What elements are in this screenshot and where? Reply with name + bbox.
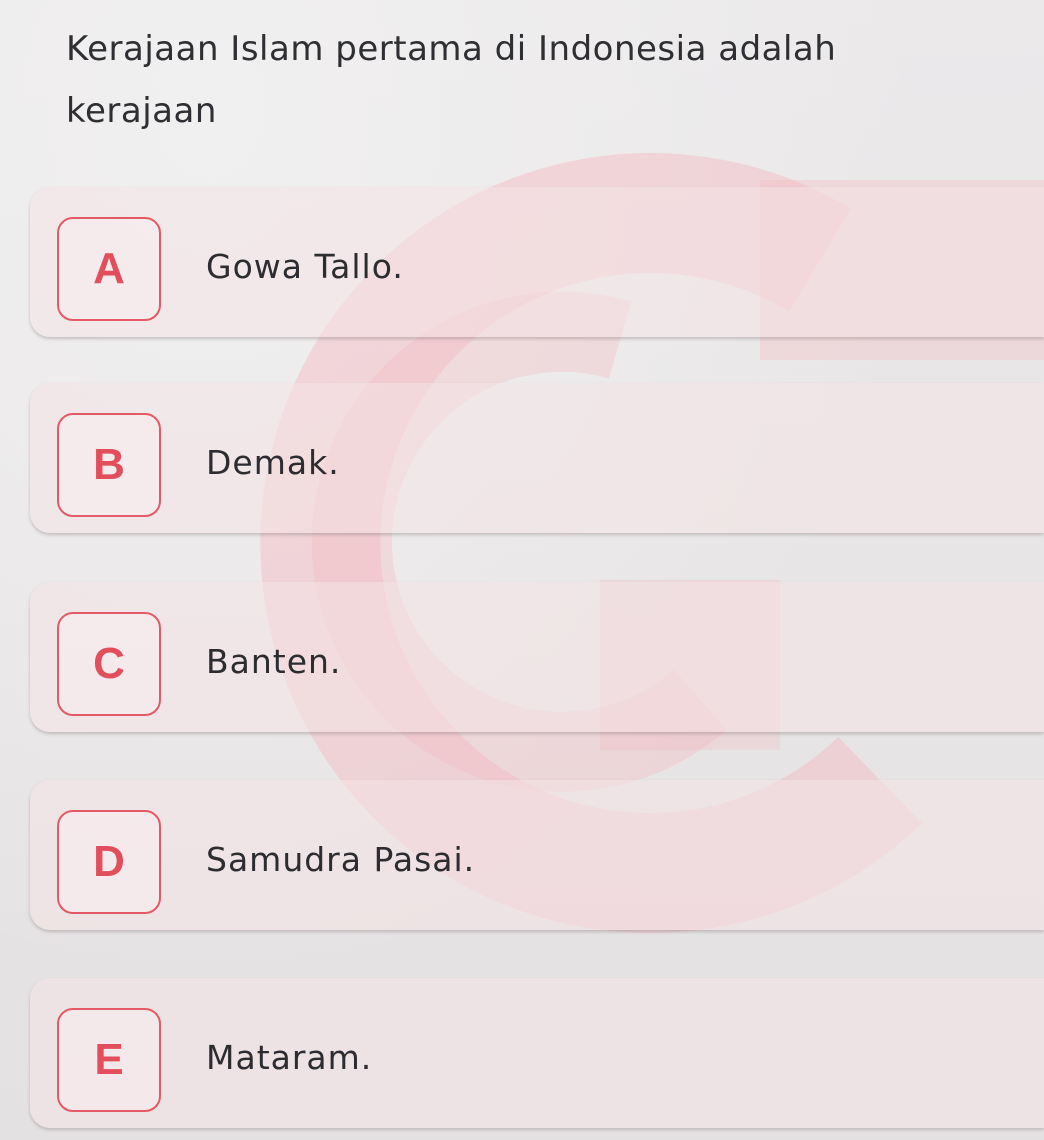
option-letter: B (93, 440, 125, 489)
answer-option-b[interactable]: B Demak. (30, 383, 1044, 533)
answer-option-a[interactable]: A Gowa Tallo. (30, 187, 1044, 337)
option-text: Samudra Pasai. (206, 840, 476, 879)
brand-watermark-icon (260, 153, 1044, 934)
question-text: Kerajaan Islam pertama di Indonesia adal… (66, 18, 1006, 142)
question-line-1: Kerajaan Islam pertama di Indonesia adal… (66, 29, 837, 69)
option-text: Gowa Tallo. (206, 247, 404, 286)
option-letter: C (93, 639, 125, 688)
question-line-2: kerajaan (66, 91, 217, 131)
option-letter: D (93, 837, 125, 886)
option-letter-box: A (57, 217, 161, 321)
answer-option-e[interactable]: E Mataram. (30, 978, 1044, 1128)
option-letter: E (94, 1035, 124, 1084)
answer-option-c[interactable]: C Banten. (30, 582, 1044, 732)
answer-option-d[interactable]: D Samudra Pasai. (30, 780, 1044, 930)
option-text: Banten. (206, 642, 342, 681)
option-letter-box: C (57, 612, 161, 716)
option-letter-box: D (57, 810, 161, 914)
option-letter-box: E (57, 1008, 161, 1112)
option-text: Mataram. (206, 1038, 373, 1077)
option-letter: A (93, 244, 125, 293)
option-text: Demak. (206, 443, 340, 482)
option-letter-box: B (57, 413, 161, 517)
